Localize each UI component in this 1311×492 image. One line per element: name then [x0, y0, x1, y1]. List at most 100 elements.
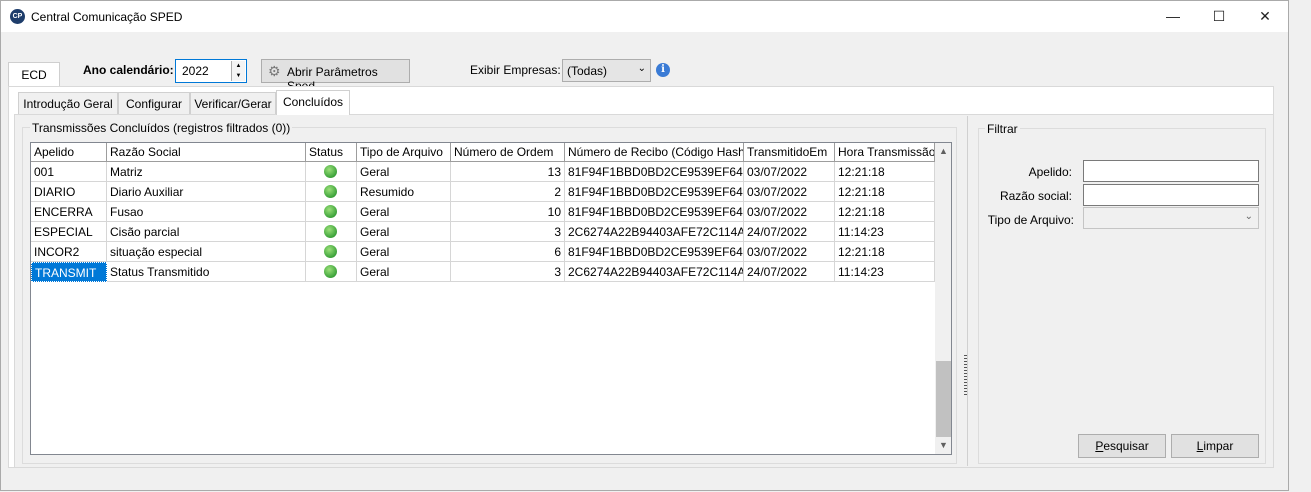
maximize-button[interactable]: ☐	[1196, 1, 1242, 32]
cell-numero-recibo[interactable]: 81F94F1BBD0BD2CE9539EF640050	[565, 202, 744, 222]
cell-transmitido-em[interactable]: 24/07/2022	[744, 262, 835, 282]
tab-configurar[interactable]: Configurar	[118, 92, 190, 114]
window-title: Central Comunicação SPED	[31, 10, 183, 24]
pesquisar-button[interactable]: Pesquisar	[1078, 434, 1166, 458]
scroll-down-icon[interactable]: ▼	[935, 437, 951, 454]
cell-numero-ordem[interactable]: 3	[451, 222, 565, 242]
tipo-arquivo-select[interactable]: ⌄	[1083, 207, 1259, 229]
column-header-tipo-arquivo[interactable]: Tipo de Arquivo	[357, 143, 451, 162]
cell-transmitido-em[interactable]: 24/07/2022	[744, 222, 835, 242]
column-header-numero-recibo[interactable]: Número de Recibo (Código Hash)	[565, 143, 744, 162]
cell-numero-ordem[interactable]: 3	[451, 262, 565, 282]
vertical-scrollbar[interactable]: ▲ ▼	[935, 143, 951, 454]
cell-transmitido-em[interactable]: 03/07/2022	[744, 242, 835, 262]
spinner-buttons[interactable]: ▲ ▼	[231, 61, 245, 81]
tab-ecd[interactable]: ECD	[8, 62, 60, 86]
tab-concluidos[interactable]: Concluídos	[276, 90, 350, 115]
ano-calendario-spinner[interactable]: 2022 ▲ ▼	[175, 59, 247, 83]
table-row[interactable]: ENCERRA Fusao Geral 10 81F94F1BBD0BD2CE9539E…	[31, 202, 935, 222]
cell-numero-ordem[interactable]: 2	[451, 182, 565, 202]
exibir-empresas-label: Exibir Empresas:	[470, 63, 561, 77]
cell-numero-recibo[interactable]: 81F94F1BBD0BD2CE9539EF640050	[565, 242, 744, 262]
table-row[interactable]: TRANSMIT Status Transmitido Geral 3 2C6274A2…	[31, 262, 935, 282]
cell-tipo-arquivo[interactable]: Geral	[357, 222, 451, 242]
title-bar: CP Central Comunicação SPED — ☐ ✕	[1, 1, 1288, 32]
cell-hora-transmissao[interactable]: 11:14:23	[835, 262, 935, 282]
info-icon[interactable]: i	[656, 63, 670, 77]
cell-numero-recibo[interactable]: 81F94F1BBD0BD2CE9539EF640050	[565, 182, 744, 202]
cell-hora-transmissao[interactable]: 12:21:18	[835, 202, 935, 222]
cell-apelido[interactable]: INCOR2	[31, 242, 107, 262]
pesquisar-label: Pesquisar	[1095, 439, 1149, 453]
cell-apelido[interactable]: DIARIO	[31, 182, 107, 202]
close-button[interactable]: ✕	[1242, 1, 1288, 32]
cell-status[interactable]	[306, 262, 357, 282]
table-row[interactable]: 001 Matriz Geral 13 81F94F1BBD0BD2CE9539EF64…	[31, 162, 935, 182]
cell-razao-social[interactable]: Status Transmitido	[107, 262, 306, 282]
cell-numero-ordem[interactable]: 13	[451, 162, 565, 182]
cell-numero-recibo[interactable]: 2C6274A22B94403AFE72C114A1D	[565, 222, 744, 242]
column-header-numero-ordem[interactable]: Número de Ordem	[451, 143, 565, 162]
scroll-up-icon[interactable]: ▲	[935, 143, 951, 160]
apelido-input[interactable]	[1083, 160, 1259, 182]
column-header-razao-social[interactable]: Razão Social	[107, 143, 306, 162]
exibir-empresas-select[interactable]: (Todas) ⌄	[562, 59, 651, 82]
cell-tipo-arquivo[interactable]: Geral	[357, 202, 451, 222]
table-row[interactable]: ESPECIAL Cisão parcial Geral 3 2C6274A22B944…	[31, 222, 935, 242]
cell-hora-transmissao[interactable]: 12:21:18	[835, 162, 935, 182]
cell-tipo-arquivo[interactable]: Geral	[357, 242, 451, 262]
cell-tipo-arquivo[interactable]: Resumido	[357, 182, 451, 202]
tab-introducao-geral[interactable]: Introdução Geral	[18, 92, 118, 114]
minimize-button[interactable]: —	[1150, 1, 1196, 32]
column-header-transmitido-em[interactable]: TransmitidoEm	[744, 143, 835, 162]
column-header-status[interactable]: Status	[306, 143, 357, 162]
cell-hora-transmissao[interactable]: 11:14:23	[835, 222, 935, 242]
status-ok-icon	[324, 265, 337, 278]
status-ok-icon	[324, 165, 337, 178]
cell-razao-social[interactable]: Diario Auxiliar	[107, 182, 306, 202]
transmissoes-grid[interactable]: Apelido Razão Social Status Tipo de Arquivo…	[30, 142, 952, 455]
cell-status[interactable]	[306, 222, 357, 242]
cell-razao-social[interactable]: Matriz	[107, 162, 306, 182]
limpar-label: Limpar	[1196, 439, 1234, 453]
cell-hora-transmissao[interactable]: 12:21:18	[835, 182, 935, 202]
tab-verificar-gerar[interactable]: Verificar/Gerar	[190, 92, 276, 114]
cell-tipo-arquivo[interactable]: Geral	[357, 262, 451, 282]
column-header-hora-transmissao[interactable]: Hora Transmissão	[835, 143, 935, 162]
scrollbar-thumb[interactable]	[936, 361, 951, 437]
spin-up-icon[interactable]: ▲	[232, 61, 245, 71]
grid-header: Apelido Razão Social Status Tipo de Arquivo…	[31, 143, 935, 162]
cell-apelido[interactable]: ESPECIAL	[31, 222, 107, 242]
cell-apelido[interactable]: 001	[31, 162, 107, 182]
cell-numero-recibo[interactable]: 2C6274A22B94403AFE72C114A1D	[565, 262, 744, 282]
limpar-button[interactable]: Limpar	[1171, 434, 1259, 458]
filtrar-group-title: Filtrar	[985, 122, 1020, 136]
cell-numero-ordem[interactable]: 10	[451, 202, 565, 222]
status-ok-icon	[324, 205, 337, 218]
cell-numero-ordem[interactable]: 6	[451, 242, 565, 262]
razao-social-input[interactable]	[1083, 184, 1259, 206]
cell-status[interactable]	[306, 182, 357, 202]
tipo-arquivo-label: Tipo de Arquivo:	[987, 213, 1074, 227]
cell-razao-social[interactable]: Fusao	[107, 202, 306, 222]
cell-razao-social[interactable]: Cisão parcial	[107, 222, 306, 242]
cell-razao-social[interactable]: situação especial	[107, 242, 306, 262]
table-row[interactable]: DIARIO Diario Auxiliar Resumido 2 81F94F1BBD…	[31, 182, 935, 202]
ano-calendario-value[interactable]: 2022	[182, 64, 209, 78]
cell-apelido[interactable]: TRANSMIT	[31, 262, 107, 282]
spin-down-icon[interactable]: ▼	[232, 71, 245, 81]
cell-status[interactable]	[306, 162, 357, 182]
cell-apelido[interactable]: ENCERRA	[31, 202, 107, 222]
abrir-parametros-button[interactable]: ⚙ Abrir Parâmetros Sped	[261, 59, 410, 93]
cell-transmitido-em[interactable]: 03/07/2022	[744, 162, 835, 182]
column-header-apelido[interactable]: Apelido	[31, 143, 107, 162]
cell-tipo-arquivo[interactable]: Geral	[357, 162, 451, 182]
cell-numero-recibo[interactable]: 81F94F1BBD0BD2CE9539EF640050	[565, 162, 744, 182]
cell-status[interactable]	[306, 202, 357, 222]
gear-icon: ⚙	[268, 63, 281, 79]
table-row[interactable]: INCOR2 situação especial Geral 6 81F94F1BBD0…	[31, 242, 935, 262]
cell-hora-transmissao[interactable]: 12:21:18	[835, 242, 935, 262]
cell-status[interactable]	[306, 242, 357, 262]
cell-transmitido-em[interactable]: 03/07/2022	[744, 182, 835, 202]
cell-transmitido-em[interactable]: 03/07/2022	[744, 202, 835, 222]
